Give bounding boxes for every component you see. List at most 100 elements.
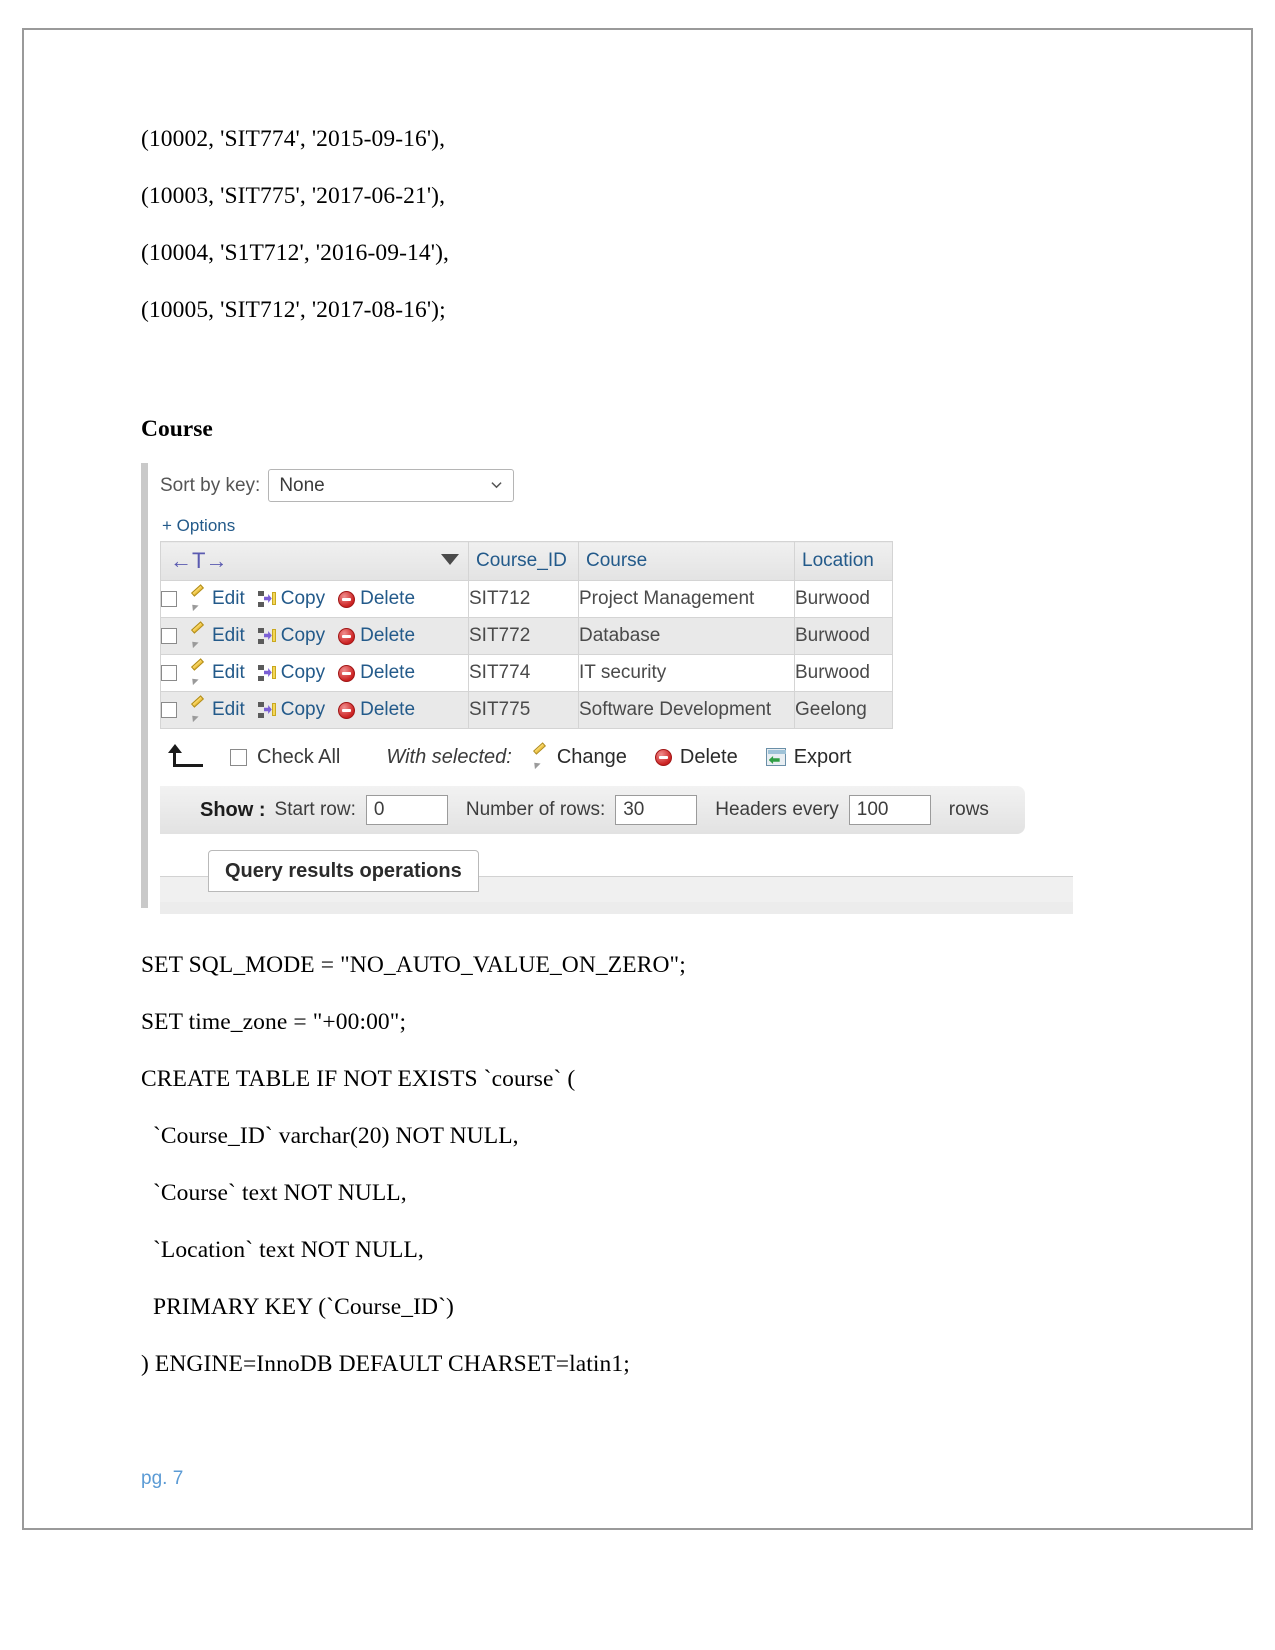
select-all-arrow-icon[interactable] xyxy=(166,744,208,770)
options-toggle-link[interactable]: + Options xyxy=(162,516,235,536)
insert-line: (10003, 'SIT775', '2017-06-21'), xyxy=(141,183,446,209)
with-selected-label: With selected: xyxy=(386,745,512,768)
delete-circle-icon xyxy=(654,748,672,766)
sql-line: `Course` text NOT NULL, xyxy=(141,1180,407,1206)
copy-icon xyxy=(257,591,276,607)
copy-label: Copy xyxy=(280,588,326,609)
table-row: Edit Copy Delete xyxy=(160,654,893,692)
document-page: (10002, 'SIT774', '2015-09-16'), (10003,… xyxy=(0,0,1275,1650)
cell-course-id: SIT712 xyxy=(468,580,579,618)
delete-action[interactable]: Delete xyxy=(338,625,415,647)
row-actions-cell: Edit Copy Delete xyxy=(160,691,469,729)
pencil-icon xyxy=(190,665,207,682)
page-number: pg. 7 xyxy=(141,1468,184,1489)
delete-circle-icon xyxy=(338,664,356,682)
check-all-checkbox[interactable] xyxy=(230,748,247,766)
edit-action[interactable]: Edit xyxy=(190,625,245,647)
start-row-label: Start row: xyxy=(274,799,356,820)
export-icon xyxy=(765,748,786,766)
sql-line: SET time_zone = "+00:00"; xyxy=(141,1009,407,1035)
edit-action[interactable]: Edit xyxy=(190,588,245,610)
header-course[interactable]: Course xyxy=(578,541,795,581)
delete-label: Delete xyxy=(360,662,416,683)
pencil-icon xyxy=(190,591,207,608)
row-checkbox[interactable] xyxy=(161,628,177,644)
cell-course-id: SIT772 xyxy=(468,617,579,655)
insert-line: (10002, 'SIT774', '2015-09-16'), xyxy=(141,126,446,152)
delete-button[interactable]: Delete xyxy=(654,745,738,769)
row-nav-arrows-icon[interactable]: ←T→ xyxy=(168,548,227,574)
change-label: Change xyxy=(556,745,627,768)
with-selected-toolbar: Check All With selected: Change Delete E… xyxy=(166,744,1076,770)
tab-query-results-operations[interactable]: Query results operations xyxy=(208,850,479,892)
sql-line: `Course_ID` varchar(20) NOT NULL, xyxy=(141,1123,519,1149)
delete-action[interactable]: Delete xyxy=(338,588,415,610)
cell-course: Project Management xyxy=(578,580,795,618)
delete-action[interactable]: Delete xyxy=(338,699,415,721)
sort-by-key-value: None xyxy=(279,474,325,496)
export-button[interactable]: Export xyxy=(765,745,852,769)
cell-course: Software Development xyxy=(578,691,795,729)
insert-line: (10005, 'SIT712', '2017-08-16'); xyxy=(141,297,446,323)
copy-action[interactable]: Copy xyxy=(257,699,326,721)
row-actions-cell: Edit Copy Delete xyxy=(160,617,469,655)
sql-line: ) ENGINE=InnoDB DEFAULT CHARSET=latin1; xyxy=(141,1351,630,1377)
table-row: Edit Copy Delete xyxy=(160,580,893,618)
edit-label: Edit xyxy=(212,662,245,683)
row-checkbox[interactable] xyxy=(161,702,177,718)
copy-icon xyxy=(257,628,276,644)
delete-label: Delete xyxy=(679,745,738,768)
export-label: Export xyxy=(793,745,852,768)
pencil-icon xyxy=(190,628,207,645)
rows-suffix-label: rows xyxy=(948,799,989,820)
chevron-down-icon[interactable] xyxy=(441,554,459,565)
sql-line: PRIMARY KEY (`Course_ID`) xyxy=(141,1294,454,1320)
copy-label: Copy xyxy=(280,699,326,720)
sql-line: CREATE TABLE IF NOT EXISTS `course` ( xyxy=(141,1066,576,1092)
sort-by-key-select[interactable]: None xyxy=(268,469,515,502)
query-results-operations-section: Query results operations xyxy=(160,850,1073,914)
page-content: (10002, 'SIT774', '2015-09-16'), (10003,… xyxy=(141,126,1101,1410)
start-row-input[interactable]: 0 xyxy=(365,795,448,825)
edit-action[interactable]: Edit xyxy=(190,662,245,684)
copy-label: Copy xyxy=(280,662,326,683)
headers-every-input[interactable]: 100 xyxy=(848,795,931,825)
copy-action[interactable]: Copy xyxy=(257,625,325,647)
sql-line: `Location` text NOT NULL, xyxy=(141,1237,424,1263)
results-table: ←T→ Course_ID Course Location Edit Copy … xyxy=(160,541,893,729)
edit-label: Edit xyxy=(212,625,245,646)
row-checkbox[interactable] xyxy=(161,665,177,681)
panel-left-accent-bar xyxy=(141,463,148,908)
number-of-rows-input[interactable]: 30 xyxy=(615,795,698,825)
delete-label: Delete xyxy=(360,625,416,646)
copy-action[interactable]: Copy xyxy=(257,588,326,610)
tab-panel-body xyxy=(160,902,1073,914)
number-of-rows-label: Number of rows: xyxy=(465,799,606,820)
header-course-id[interactable]: Course_ID xyxy=(468,541,579,581)
row-actions-cell: Edit Copy Delete xyxy=(160,654,469,692)
cell-location: Burwood xyxy=(794,654,893,692)
header-row: ←T→ Course_ID Course Location xyxy=(160,541,893,581)
cell-location: Burwood xyxy=(794,580,893,618)
change-button[interactable]: Change xyxy=(532,746,627,769)
results-table-body: Edit Copy Delete SIT712 Project Manageme… xyxy=(160,580,893,729)
cell-course: Database xyxy=(578,617,795,655)
row-actions-cell: Edit Copy Delete xyxy=(160,580,469,618)
delete-circle-icon xyxy=(338,590,356,608)
delete-circle-icon xyxy=(338,701,356,719)
cell-location: Geelong xyxy=(794,691,893,729)
row-checkbox[interactable] xyxy=(161,591,177,607)
cell-course-id: SIT775 xyxy=(468,691,579,729)
delete-action[interactable]: Delete xyxy=(338,662,415,684)
sort-by-key-label: Sort by key: xyxy=(160,474,261,496)
delete-label: Delete xyxy=(360,588,416,609)
header-location[interactable]: Location xyxy=(794,541,893,581)
header-actions-column: ←T→ xyxy=(160,541,469,581)
edit-action[interactable]: Edit xyxy=(190,699,245,721)
phpmyadmin-panel: Sort by key: None + Options ←T→ Course_I… xyxy=(141,463,1076,914)
section-heading: Course xyxy=(141,416,213,442)
check-all-label: Check All xyxy=(257,745,341,768)
copy-icon xyxy=(257,665,276,681)
copy-action[interactable]: Copy xyxy=(257,662,326,684)
